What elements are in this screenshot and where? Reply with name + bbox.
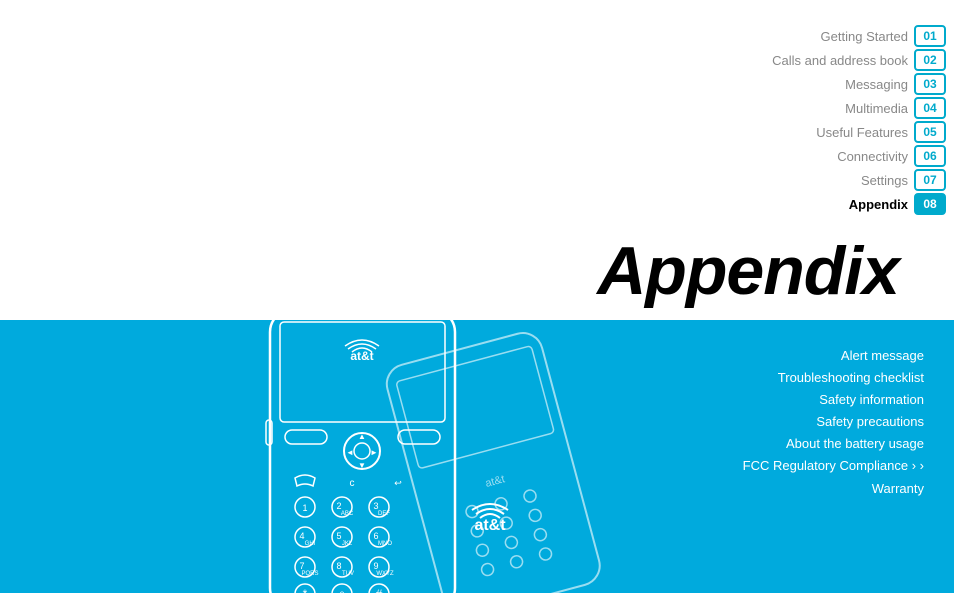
content-item: Safety information — [743, 389, 924, 411]
svg-text:▼: ▼ — [358, 461, 366, 470]
svg-text:4: 4 — [299, 531, 304, 541]
content-item: Alert message — [743, 345, 924, 367]
nav-label: Useful Features — [816, 125, 908, 140]
content-item: Troubleshooting checklist — [743, 367, 924, 389]
nav-item-calls-and-address-book[interactable]: Calls and address book 02 — [772, 49, 954, 71]
nav-badge: 06 — [914, 145, 946, 167]
nav-badge: 07 — [914, 169, 946, 191]
svg-text:at&t: at&t — [484, 473, 506, 490]
content-item: Safety precautions — [743, 411, 924, 433]
nav-item-settings[interactable]: Settings 07 — [772, 169, 954, 191]
svg-text:5: 5 — [336, 531, 341, 541]
content-item: Warranty — [743, 478, 924, 500]
nav-label: Multimedia — [845, 101, 908, 116]
nav-badge: 04 — [914, 97, 946, 119]
nav-label: Messaging — [845, 77, 908, 92]
nav-badge: 03 — [914, 73, 946, 95]
svg-text:at&t: at&t — [474, 517, 506, 534]
content-list: Alert messageTroubleshooting checklistSa… — [743, 345, 924, 500]
content-item: About the battery usage — [743, 433, 924, 455]
svg-text:8: 8 — [336, 561, 341, 571]
nav-label: Settings — [861, 173, 908, 188]
nav-label: Connectivity — [837, 149, 908, 164]
svg-text:c: c — [350, 478, 355, 489]
nav-badge: 02 — [914, 49, 946, 71]
svg-text:►: ► — [370, 448, 378, 457]
nav-item-connectivity[interactable]: Connectivity 06 — [772, 145, 954, 167]
svg-text:GHI: GHI — [305, 541, 316, 547]
svg-text:▲: ▲ — [358, 432, 366, 441]
svg-text:9: 9 — [373, 561, 378, 571]
svg-text:WXYZ: WXYZ — [376, 571, 394, 577]
nav-menu: Getting Started 01 Calls and address book 0… — [772, 25, 954, 215]
top-section: Getting Started 01 Calls and address book 0… — [0, 0, 954, 320]
page-title: Appendix — [597, 232, 899, 310]
svg-text:6: 6 — [373, 531, 378, 541]
nav-item-getting-started[interactable]: Getting Started 01 — [772, 25, 954, 47]
svg-text:#: # — [376, 587, 383, 593]
svg-text:PQRS: PQRS — [301, 571, 318, 577]
nav-item-multimedia[interactable]: Multimedia 04 — [772, 97, 954, 119]
nav-label: Calls and address book — [772, 53, 908, 68]
bottom-section: at&t at& — [0, 320, 954, 593]
nav-item-useful-features[interactable]: Useful Features 05 — [772, 121, 954, 143]
content-item: FCC Regulatory Compliance › — [743, 455, 924, 477]
nav-item-appendix[interactable]: Appendix 08 — [772, 193, 954, 215]
svg-text:7: 7 — [299, 561, 304, 571]
svg-text:2: 2 — [336, 501, 341, 511]
svg-text:MNO: MNO — [378, 541, 392, 547]
nav-label: Appendix — [849, 197, 908, 212]
nav-badge: 08 — [914, 193, 946, 215]
svg-text:ABC: ABC — [341, 511, 354, 517]
nav-label: Getting Started — [821, 29, 908, 44]
phone-illustration: at&t at& — [0, 320, 620, 593]
svg-text:DEF: DEF — [378, 511, 390, 517]
svg-text:TUV: TUV — [342, 571, 354, 577]
svg-text:1: 1 — [302, 503, 307, 513]
nav-badge: 05 — [914, 121, 946, 143]
nav-item-messaging[interactable]: Messaging 03 — [772, 73, 954, 95]
svg-text:3: 3 — [373, 501, 378, 511]
svg-text:JKL: JKL — [342, 541, 353, 547]
svg-text:*: * — [303, 587, 308, 593]
svg-text:↩: ↩ — [394, 478, 402, 488]
nav-badge: 01 — [914, 25, 946, 47]
svg-text:◄: ◄ — [346, 448, 354, 457]
